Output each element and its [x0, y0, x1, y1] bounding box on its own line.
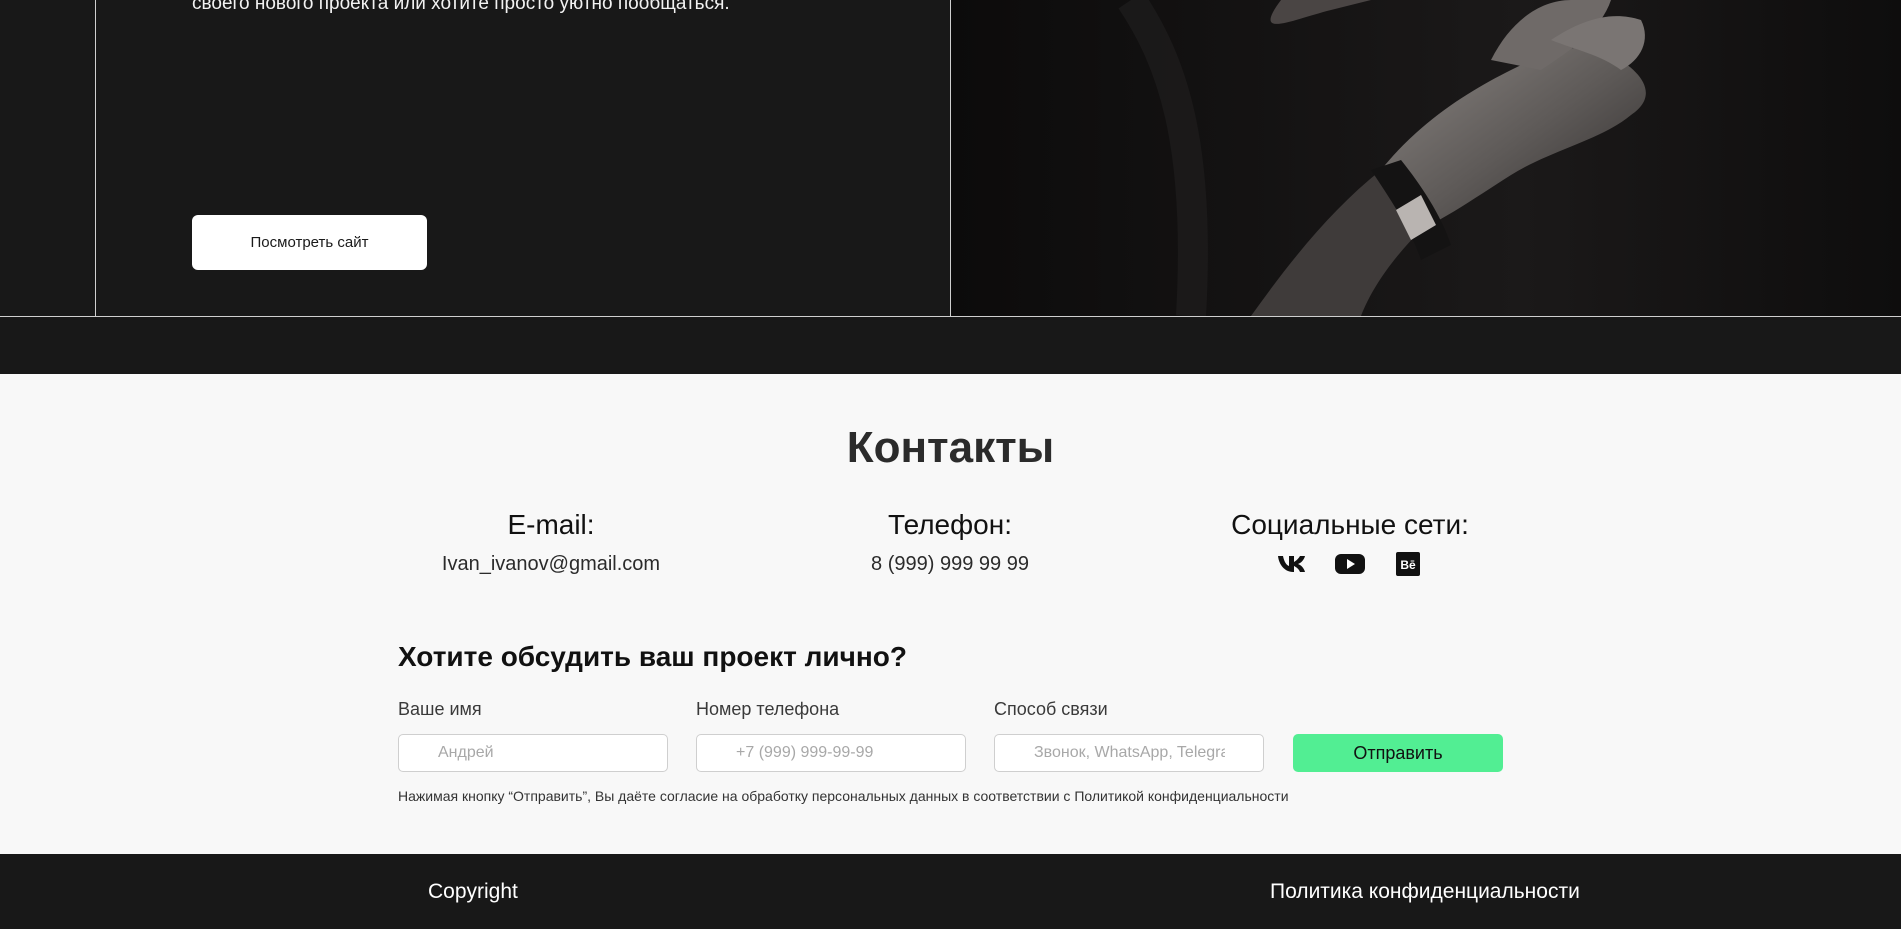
submit-button[interactable]: Отправить	[1293, 734, 1503, 772]
vk-icon[interactable]	[1277, 551, 1307, 577]
contact-method-input[interactable]	[994, 734, 1264, 772]
hero-divider-left	[95, 0, 96, 317]
hero-section: своего нового проекта или хотите просто …	[0, 0, 1901, 374]
svg-text:Bē: Bē	[1400, 558, 1416, 572]
hero-photo	[951, 0, 1901, 316]
consent-text: Нажимая кнопку “Отправить”, Вы даёте сог…	[398, 788, 1289, 804]
phone-heading: Телефон:	[888, 509, 1012, 540]
footer: Copyright Политика конфиденциальности	[0, 854, 1901, 929]
phone-input[interactable]	[696, 734, 966, 772]
behance-icon[interactable]: Bē	[1393, 551, 1423, 577]
copyright-text: Copyright	[428, 880, 518, 903]
hero-divider-bottom	[0, 316, 1901, 317]
social-block: Социальные сети: Bē	[1180, 509, 1520, 577]
phone-label: Номер телефона	[696, 699, 840, 719]
view-site-button[interactable]: Посмотреть сайт	[192, 215, 427, 270]
hero-photo-image	[951, 0, 1901, 316]
social-heading: Социальные сети:	[1231, 509, 1469, 540]
email-block: E-mail: Ivan_ivanov@gmail.com	[381, 509, 721, 576]
hero-description: своего нового проекта или хотите просто …	[192, 0, 730, 14]
phone-link[interactable]: 8 (999) 999 99 99	[871, 553, 1029, 575]
contacts-title: Контакты	[846, 423, 1055, 472]
form-title: Хотите обсудить ваш проект лично?	[398, 641, 907, 672]
social-icons: Bē	[1180, 551, 1520, 577]
youtube-icon[interactable]	[1335, 551, 1365, 577]
email-heading: E-mail:	[507, 509, 595, 540]
name-input[interactable]	[398, 734, 668, 772]
name-label: Ваше имя	[398, 699, 482, 719]
privacy-policy-link[interactable]: Политика конфиденциальности	[1270, 880, 1580, 904]
phone-block: Телефон: 8 (999) 999 99 99	[780, 509, 1120, 576]
contact-method-label: Способ связи	[994, 699, 1108, 719]
email-link[interactable]: Ivan_ivanov@gmail.com	[442, 553, 660, 575]
